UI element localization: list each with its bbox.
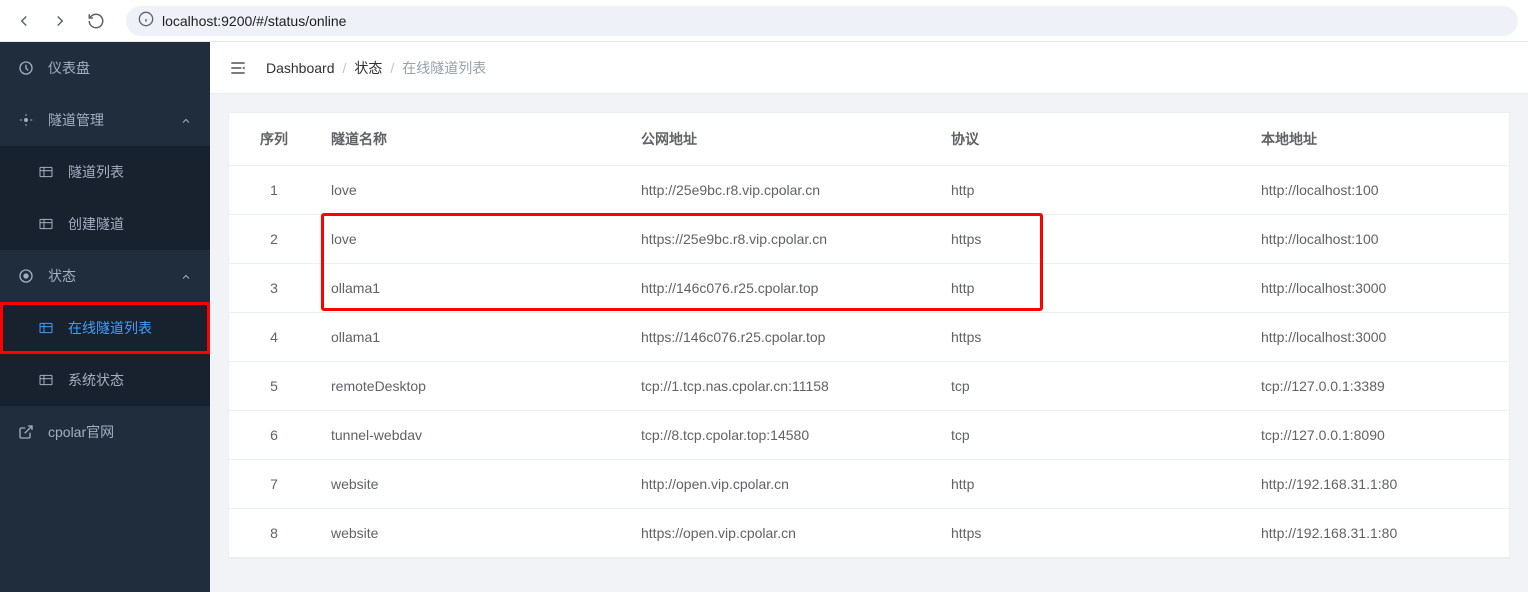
table-row[interactable]: 3ollama1http://146c076.r25.cpolar.tophtt… bbox=[229, 264, 1509, 313]
sidebar-item-status[interactable]: 状态 bbox=[0, 250, 210, 302]
sidebar-item-create-tunnel[interactable]: 创建隧道 bbox=[0, 198, 210, 250]
cell-name: love bbox=[319, 166, 629, 215]
cell-name: ollama1 bbox=[319, 313, 629, 362]
info-icon bbox=[138, 11, 154, 30]
sidebar-item-label: 隧道管理 bbox=[48, 110, 104, 130]
address-bar[interactable]: localhost:9200/#/status/online bbox=[126, 6, 1518, 36]
breadcrumb-item[interactable]: Dashboard bbox=[266, 60, 335, 76]
table-row[interactable]: 4ollama1https://146c076.r25.cpolar.topht… bbox=[229, 313, 1509, 362]
cell-seq: 4 bbox=[229, 313, 319, 362]
cell-local: tcp://127.0.0.1:3389 bbox=[1249, 362, 1509, 411]
table-icon bbox=[38, 164, 54, 180]
sidebar-item-online-tunnels[interactable]: 在线隧道列表 bbox=[0, 302, 210, 354]
sidebar-item-label: 创建隧道 bbox=[68, 214, 124, 234]
sidebar-item-cpolar-site[interactable]: cpolar官网 bbox=[0, 406, 210, 458]
cell-seq: 1 bbox=[229, 166, 319, 215]
table-row[interactable]: 8websitehttps://open.vip.cpolar.cnhttpsh… bbox=[229, 509, 1509, 558]
table-header-name: 隧道名称 bbox=[319, 113, 629, 166]
cell-name: tunnel-webdav bbox=[319, 411, 629, 460]
sidebar-item-label: 仪表盘 bbox=[48, 58, 90, 78]
breadcrumb-item[interactable]: 状态 bbox=[354, 58, 382, 78]
main-content: Dashboard / 状态 / 在线隧道列表 序列 隧道名称 公网地址 协议 bbox=[210, 42, 1528, 592]
cell-local: http://localhost:3000 bbox=[1249, 313, 1509, 362]
cell-proto: https bbox=[939, 215, 1249, 264]
cell-seq: 7 bbox=[229, 460, 319, 509]
url-text: localhost:9200/#/status/online bbox=[162, 13, 346, 29]
reload-button[interactable] bbox=[82, 7, 110, 35]
cell-proto: http bbox=[939, 460, 1249, 509]
cell-url: https://open.vip.cpolar.cn bbox=[629, 509, 939, 558]
cell-proto: tcp bbox=[939, 411, 1249, 460]
sidebar-item-label: 隧道列表 bbox=[68, 162, 124, 182]
table-icon bbox=[38, 372, 54, 388]
cell-seq: 2 bbox=[229, 215, 319, 264]
collapse-sidebar-button[interactable] bbox=[228, 58, 248, 78]
cell-local: http://localhost:100 bbox=[1249, 215, 1509, 264]
sidebar-item-tunnel-list[interactable]: 隧道列表 bbox=[0, 146, 210, 198]
cell-local: tcp://127.0.0.1:8090 bbox=[1249, 411, 1509, 460]
sidebar-item-system-status[interactable]: 系统状态 bbox=[0, 354, 210, 406]
sidebar-item-label: 状态 bbox=[48, 266, 76, 286]
external-link-icon bbox=[18, 424, 34, 440]
cell-proto: https bbox=[939, 509, 1249, 558]
cell-proto: https bbox=[939, 313, 1249, 362]
cell-proto: tcp bbox=[939, 362, 1249, 411]
topbar: Dashboard / 状态 / 在线隧道列表 bbox=[210, 42, 1528, 94]
cell-seq: 8 bbox=[229, 509, 319, 558]
cell-name: website bbox=[319, 509, 629, 558]
back-button[interactable] bbox=[10, 7, 38, 35]
cell-url: http://146c076.r25.cpolar.top bbox=[629, 264, 939, 313]
cell-name: website bbox=[319, 460, 629, 509]
table-row[interactable]: 6tunnel-webdavtcp://8.tcp.cpolar.top:145… bbox=[229, 411, 1509, 460]
cell-url: tcp://1.tcp.nas.cpolar.cn:11158 bbox=[629, 362, 939, 411]
chevron-up-icon bbox=[180, 270, 192, 282]
breadcrumb-separator: / bbox=[343, 60, 347, 76]
cell-url: https://146c076.r25.cpolar.top bbox=[629, 313, 939, 362]
cell-url: tcp://8.tcp.cpolar.top:14580 bbox=[629, 411, 939, 460]
table-header-seq: 序列 bbox=[229, 113, 319, 166]
cell-name: ollama1 bbox=[319, 264, 629, 313]
cell-url: http://open.vip.cpolar.cn bbox=[629, 460, 939, 509]
chevron-up-icon bbox=[180, 114, 192, 126]
sidebar-item-tunnel-manage[interactable]: 隧道管理 bbox=[0, 94, 210, 146]
table-header-url: 公网地址 bbox=[629, 113, 939, 166]
forward-button[interactable] bbox=[46, 7, 74, 35]
table-header-row: 序列 隧道名称 公网地址 协议 本地地址 bbox=[229, 113, 1509, 166]
cell-proto: http bbox=[939, 264, 1249, 313]
table-row[interactable]: 7websitehttp://open.vip.cpolar.cnhttphtt… bbox=[229, 460, 1509, 509]
breadcrumb-item-current: 在线隧道列表 bbox=[402, 58, 486, 78]
cell-local: http://localhost:3000 bbox=[1249, 264, 1509, 313]
cell-local: http://192.168.31.1:80 bbox=[1249, 460, 1509, 509]
sidebar-item-label: 在线隧道列表 bbox=[68, 318, 152, 338]
status-icon bbox=[18, 268, 34, 284]
cell-seq: 3 bbox=[229, 264, 319, 313]
cell-local: http://192.168.31.1:80 bbox=[1249, 509, 1509, 558]
cell-url: https://25e9bc.r8.vip.cpolar.cn bbox=[629, 215, 939, 264]
manage-icon bbox=[18, 112, 34, 128]
breadcrumb-separator: / bbox=[390, 60, 394, 76]
cell-proto: http bbox=[939, 166, 1249, 215]
sidebar-item-dashboard[interactable]: 仪表盘 bbox=[0, 42, 210, 94]
cell-seq: 5 bbox=[229, 362, 319, 411]
table-header-local: 本地地址 bbox=[1249, 113, 1509, 166]
table-icon bbox=[38, 216, 54, 232]
sidebar-item-label: cpolar官网 bbox=[48, 422, 114, 442]
cell-seq: 6 bbox=[229, 411, 319, 460]
table-row[interactable]: 1lovehttp://25e9bc.r8.vip.cpolar.cnhttph… bbox=[229, 166, 1509, 215]
browser-toolbar: localhost:9200/#/status/online bbox=[0, 0, 1528, 42]
cell-url: http://25e9bc.r8.vip.cpolar.cn bbox=[629, 166, 939, 215]
table-icon bbox=[38, 320, 54, 336]
cell-name: love bbox=[319, 215, 629, 264]
breadcrumb: Dashboard / 状态 / 在线隧道列表 bbox=[266, 58, 486, 78]
sidebar-item-label: 系统状态 bbox=[68, 370, 124, 390]
table-row[interactable]: 2lovehttps://25e9bc.r8.vip.cpolar.cnhttp… bbox=[229, 215, 1509, 264]
cell-name: remoteDesktop bbox=[319, 362, 629, 411]
table-header-proto: 协议 bbox=[939, 113, 1249, 166]
table-row[interactable]: 5remoteDesktoptcp://1.tcp.nas.cpolar.cn:… bbox=[229, 362, 1509, 411]
sidebar: 仪表盘 隧道管理 隧道列表 创建隧道 bbox=[0, 42, 210, 592]
cell-local: http://localhost:100 bbox=[1249, 166, 1509, 215]
dashboard-icon bbox=[18, 60, 34, 76]
tunnel-table: 序列 隧道名称 公网地址 协议 本地地址 1lovehttp://25e9bc.… bbox=[228, 112, 1510, 559]
